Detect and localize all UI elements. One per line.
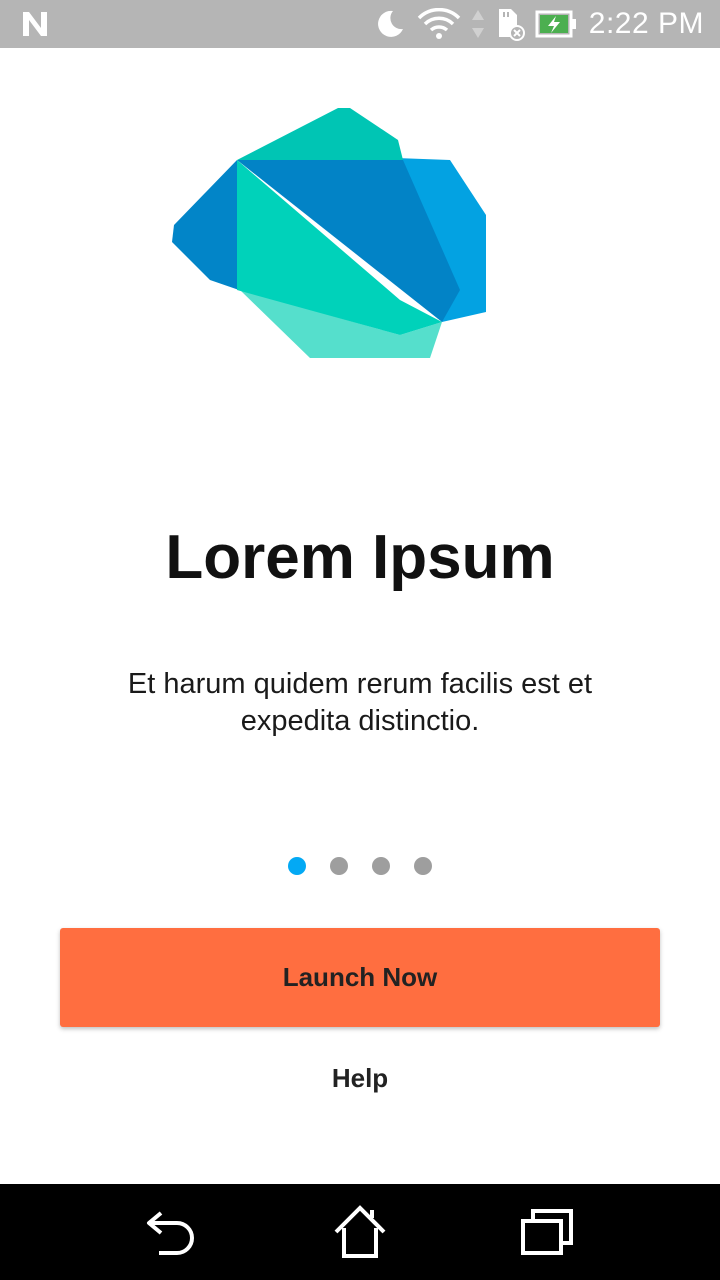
home-icon [334, 1205, 386, 1258]
page-dot-2[interactable] [330, 857, 348, 875]
page-indicator [0, 857, 720, 877]
back-icon [147, 1211, 195, 1255]
navigation-bar [0, 1184, 720, 1280]
launch-now-button[interactable]: Launch Now [60, 928, 660, 1027]
battery-charging-icon [535, 9, 579, 39]
page-dot-1[interactable] [288, 857, 306, 875]
sd-card-icon [495, 7, 525, 41]
signal-arrows-icon [471, 8, 485, 40]
page-dot-4[interactable] [414, 857, 432, 875]
page-description: Et harum quidem rerum facilis est et exp… [127, 668, 593, 737]
moon-icon [373, 7, 407, 41]
status-time: 2:22 PM [588, 7, 704, 40]
status-bar: 2:22 PM [0, 0, 720, 48]
page-title: Lorem Ipsum [165, 523, 555, 592]
help-button[interactable]: Help [260, 1050, 460, 1106]
notification-n-icon [20, 10, 50, 38]
app-logo [172, 108, 486, 358]
home-button[interactable] [325, 1197, 395, 1267]
wifi-icon [417, 8, 461, 40]
recents-icon [520, 1209, 573, 1255]
back-button[interactable] [138, 1197, 208, 1267]
recents-button[interactable] [512, 1197, 582, 1267]
page-dot-3[interactable] [372, 857, 390, 875]
